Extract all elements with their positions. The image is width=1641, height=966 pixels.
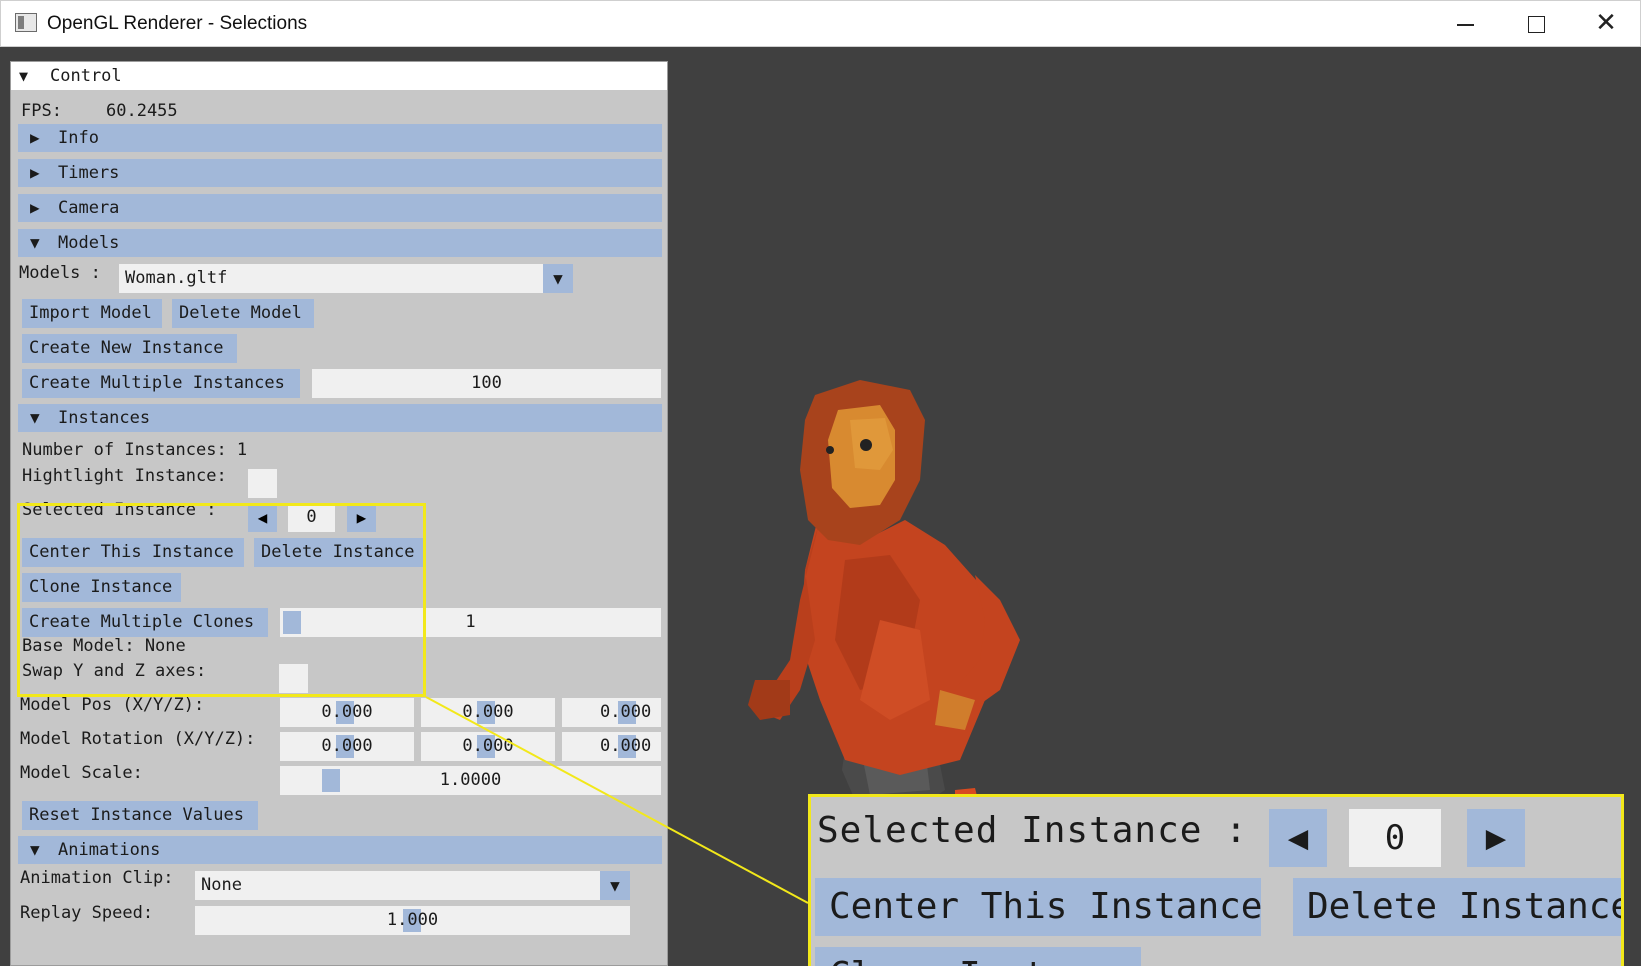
zoom-callout: Selected Instance : ◀ 0 ▶ Center This In… xyxy=(808,794,1624,966)
zoom-next-instance-button[interactable]: ▶ xyxy=(1467,809,1525,867)
zoom-selected-instance-label: Selected Instance : xyxy=(817,810,1248,851)
zoom-selected-instance-field[interactable]: 0 xyxy=(1349,809,1441,867)
zoom-clone-instance-button[interactable]: Clone Instance xyxy=(815,947,1141,966)
zoom-prev-instance-button[interactable]: ◀ xyxy=(1269,809,1327,867)
zoom-delete-instance-button[interactable]: Delete Instance xyxy=(1293,878,1621,936)
zoom-center-instance-button[interactable]: Center This Instance xyxy=(815,878,1262,936)
